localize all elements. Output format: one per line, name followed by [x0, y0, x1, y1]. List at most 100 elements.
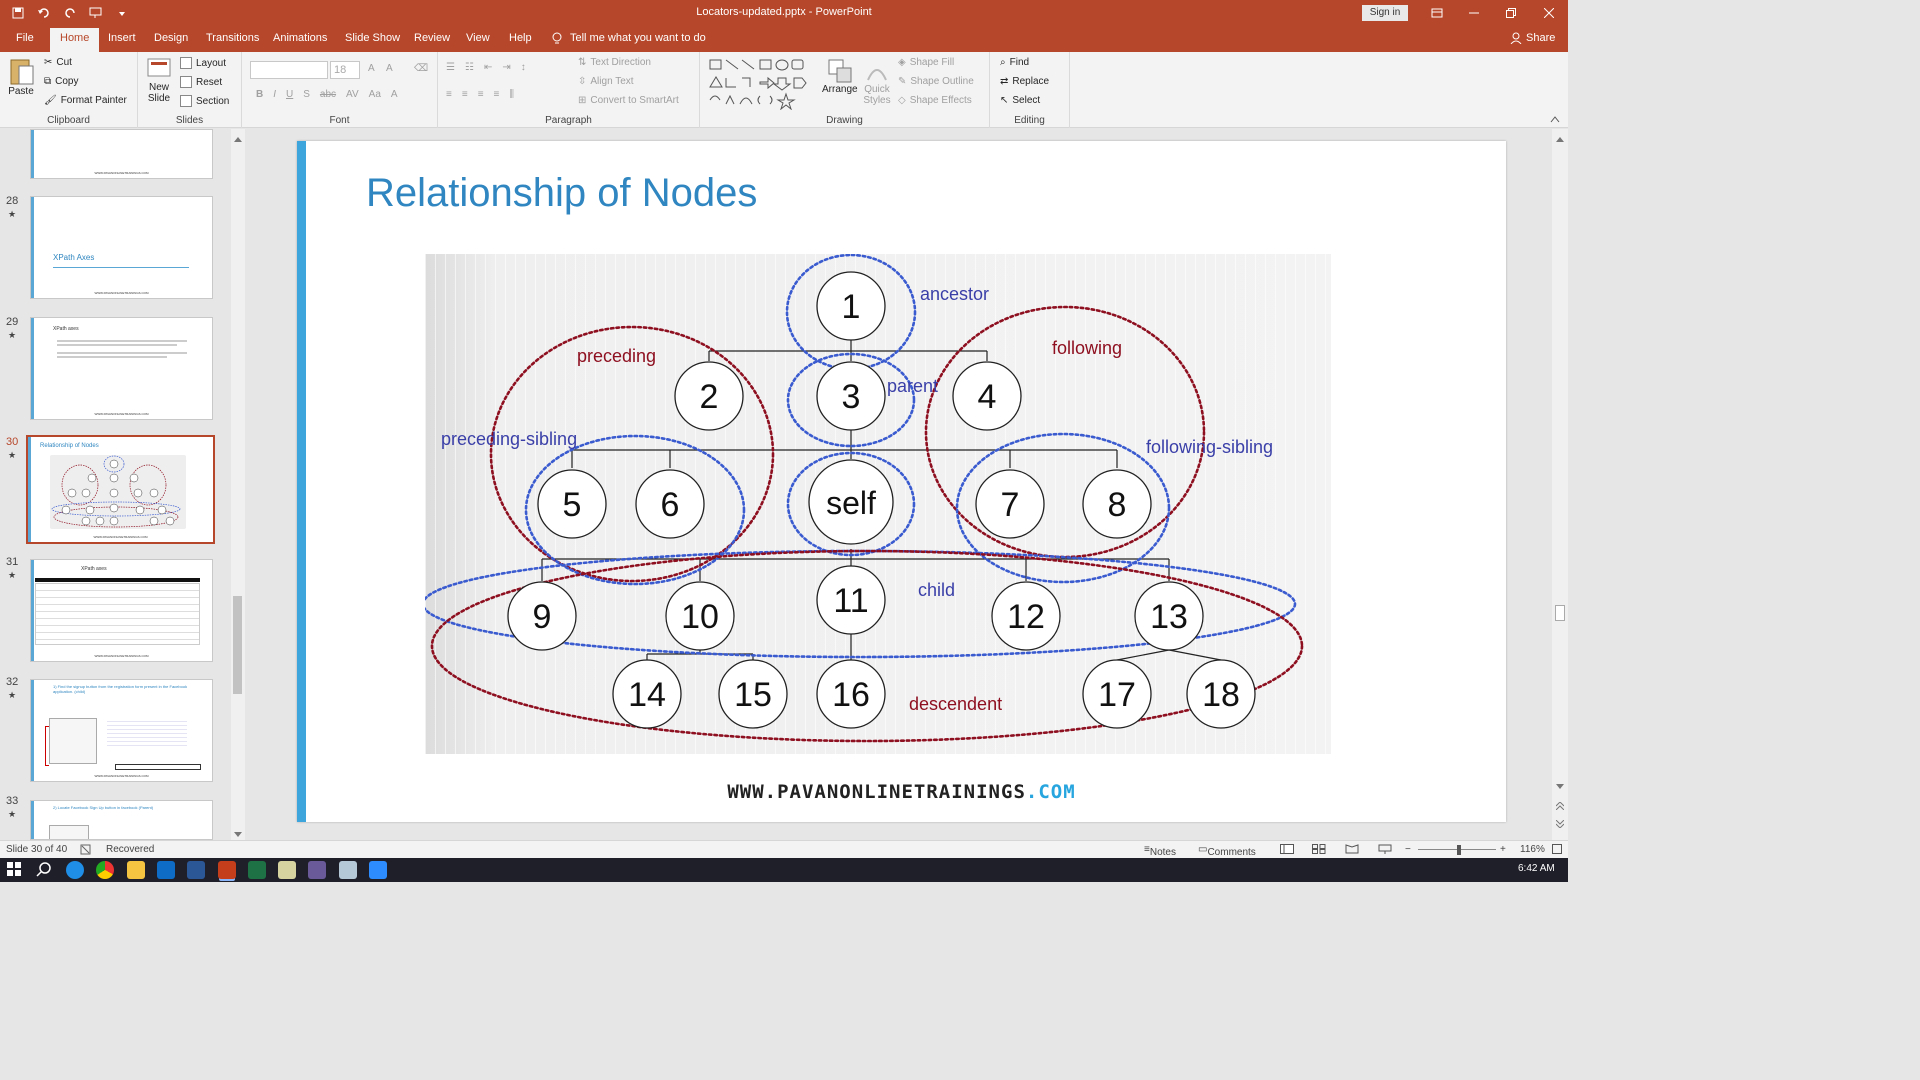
scroll-thumb[interactable]: [233, 596, 242, 694]
strikethrough-icon[interactable]: abc: [320, 89, 336, 100]
thumbnail-scrollbar[interactable]: [231, 129, 245, 840]
collapse-ribbon-icon[interactable]: [1550, 114, 1560, 126]
accessibility-icon[interactable]: [80, 844, 91, 858]
chrome-browser-icon[interactable]: [96, 861, 114, 879]
new-slide-button[interactable]: New Slide: [144, 56, 174, 104]
font-color-icon[interactable]: A: [391, 89, 398, 100]
layout-button[interactable]: Layout: [180, 57, 226, 69]
shape-outline-button[interactable]: ✎ Shape Outline: [898, 76, 974, 87]
tab-slide-show[interactable]: Slide Show: [345, 32, 400, 44]
tab-transitions[interactable]: Transitions: [206, 32, 259, 44]
excel-icon[interactable]: [248, 861, 266, 879]
scroll-thumb[interactable]: [1555, 605, 1565, 621]
windows-start-icon[interactable]: [6, 861, 24, 879]
tab-view[interactable]: View: [466, 32, 490, 44]
text-direction-button[interactable]: ⇅ Text Direction: [578, 57, 651, 68]
sign-in-button[interactable]: Sign in: [1362, 5, 1408, 21]
numbering-icon[interactable]: ☷: [465, 62, 474, 73]
char-spacing-icon[interactable]: AV: [346, 89, 359, 100]
find-button[interactable]: ⌕ Find: [1000, 57, 1029, 68]
tab-help[interactable]: Help: [509, 32, 532, 44]
underline-icon[interactable]: U: [286, 89, 293, 100]
editor-scrollbar[interactable]: [1552, 129, 1568, 840]
tab-home[interactable]: Home: [50, 28, 100, 52]
zoom-out-icon[interactable]: −: [1405, 844, 1411, 855]
format-painter-button[interactable]: 🖌 Format Painter: [44, 95, 127, 106]
list-buttons[interactable]: ☰ ☷ ⇤ ⇥ ↕: [446, 62, 526, 73]
slide-title[interactable]: Relationship of Nodes: [366, 171, 757, 216]
zoom-app-icon[interactable]: [369, 861, 387, 879]
notepad-icon[interactable]: [339, 861, 357, 879]
scroll-down-arrow-icon[interactable]: [1556, 781, 1564, 793]
slide-canvas[interactable]: Relationship of Nodes 1 2 3 4 5 6 self 7…: [297, 141, 1506, 822]
powerpoint-icon[interactable]: [218, 861, 236, 879]
word-icon[interactable]: [187, 861, 205, 879]
select-button[interactable]: ↖ Select: [1000, 95, 1040, 106]
font-name-field[interactable]: [250, 61, 328, 79]
fit-to-window-icon[interactable]: [1552, 844, 1562, 857]
thumbnail-slide-29[interactable]: XPath axes WWW.PAVANONLINETRAININGS.COM: [30, 317, 213, 420]
previous-slide-icon[interactable]: [1555, 801, 1565, 813]
font-size-field[interactable]: 18: [330, 61, 360, 79]
notepad-plus-icon[interactable]: [278, 861, 296, 879]
next-slide-icon[interactable]: [1555, 819, 1565, 831]
normal-view-icon[interactable]: [1280, 844, 1294, 857]
scroll-up-arrow-icon[interactable]: [1556, 133, 1564, 145]
app-icon[interactable]: [308, 861, 326, 879]
minimize-icon[interactable]: [1455, 0, 1493, 26]
search-icon[interactable]: [36, 861, 54, 879]
comments-button[interactable]: ▭ Comments: [1198, 844, 1256, 858]
clear-formatting-icon[interactable]: ⌫: [414, 63, 428, 74]
thumbnail-slide-27[interactable]: WWW.PAVANONLINETRAININGS.COM: [30, 129, 213, 179]
section-button[interactable]: Section: [180, 95, 229, 107]
replace-button[interactable]: ⇄ Replace: [1000, 76, 1049, 87]
align-buttons[interactable]: ≡ ≡ ≡ ≡ ⫼: [446, 89, 514, 100]
reset-button[interactable]: Reset: [180, 76, 222, 88]
paste-button[interactable]: Paste: [8, 56, 34, 97]
tab-animations[interactable]: Animations: [273, 32, 327, 44]
scroll-up-arrow-icon[interactable]: [234, 133, 242, 145]
align-center-icon[interactable]: ≡: [462, 89, 468, 100]
ribbon-display-options-icon[interactable]: [1418, 0, 1456, 26]
node-relationship-diagram[interactable]: 1 2 3 4 5 6 self 7 8 9 10 11 12 13 14 15 16 17 18 ancestor…: [425, 254, 1331, 754]
increase-indent-icon[interactable]: ⇥: [502, 62, 510, 73]
shape-effects-button[interactable]: ◇ Shape Effects: [898, 95, 972, 106]
thumbnail-slide-32[interactable]: 1) Find the signup button from the regis…: [30, 679, 213, 782]
reading-view-icon[interactable]: [1345, 844, 1359, 857]
close-icon[interactable]: [1530, 0, 1568, 26]
restore-icon[interactable]: [1492, 0, 1530, 26]
increase-font-icon[interactable]: A: [368, 63, 375, 74]
thumbnail-slide-30[interactable]: Relationship of Nodes WWW.PAVANONLINETRA…: [26, 435, 215, 544]
bullets-icon[interactable]: ☰: [446, 62, 455, 73]
tell-me-box[interactable]: Tell me what you want to do: [552, 32, 706, 48]
zoom-slider-thumb[interactable]: [1457, 845, 1461, 855]
tab-review[interactable]: Review: [414, 32, 450, 44]
outlook-icon[interactable]: [157, 861, 175, 879]
arrange-button[interactable]: Arrange: [822, 58, 858, 95]
align-right-icon[interactable]: ≡: [478, 89, 484, 100]
shape-fill-button[interactable]: ◈ Shape Fill: [898, 57, 954, 68]
justify-icon[interactable]: ≡: [494, 89, 500, 100]
smartart-button[interactable]: ⊞ Convert to SmartArt: [578, 95, 679, 106]
thumbnail-slide-31[interactable]: XPath axes WWW.PAVANONLINETRAININGS.COM: [30, 559, 213, 662]
tab-insert[interactable]: Insert: [108, 32, 136, 44]
tab-file[interactable]: File: [16, 32, 34, 44]
italic-icon[interactable]: I: [273, 89, 276, 100]
align-left-icon[interactable]: ≡: [446, 89, 452, 100]
shapes-gallery[interactable]: [706, 56, 818, 110]
shadow-icon[interactable]: S: [303, 89, 310, 100]
thumbnail-slide-28[interactable]: XPath Axes WWW.PAVANONLINETRAININGS.COM: [30, 196, 213, 299]
zoom-level[interactable]: 116%: [1520, 844, 1545, 855]
bold-icon[interactable]: B: [256, 89, 263, 100]
notes-button[interactable]: ≡ Notes: [1144, 844, 1176, 858]
align-text-button[interactable]: ⇳ Align Text: [578, 76, 634, 87]
thumbnail-slide-33[interactable]: 2) Locate Facebook Sign Up button in fac…: [30, 800, 213, 840]
share-button[interactable]: Share: [1510, 32, 1555, 47]
decrease-font-icon[interactable]: A: [386, 63, 393, 74]
file-explorer-icon[interactable]: [127, 861, 145, 879]
columns-icon[interactable]: ⫼: [509, 89, 514, 100]
font-style-buttons[interactable]: B I U Sabc AV Aa A: [256, 89, 398, 100]
copy-button[interactable]: ⧉ Copy: [44, 76, 79, 87]
edge-browser-icon[interactable]: [66, 861, 84, 879]
decrease-indent-icon[interactable]: ⇤: [484, 62, 492, 73]
